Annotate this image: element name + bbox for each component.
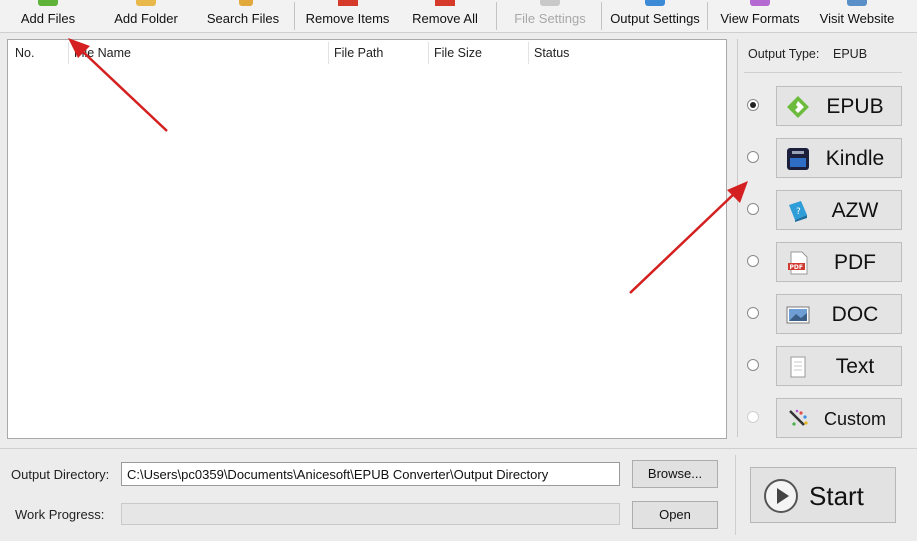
format-button-azw[interactable]: ? AZW [776,190,902,230]
bottom-separator [0,448,917,449]
column-header-status[interactable]: Status [534,46,569,60]
remove-all-button[interactable]: Remove All [404,0,486,32]
toolbar-separator [707,2,708,30]
file-settings-button[interactable]: File Settings [505,0,595,32]
view-formats-button[interactable]: View Formats [714,0,806,32]
output-settings-button[interactable]: Output Settings [606,0,704,32]
format-button-pdf[interactable]: PDF PDF [776,242,902,282]
radio-text[interactable] [747,359,759,371]
play-icon [764,479,798,513]
toolbar-separator [294,2,295,30]
start-separator [735,455,736,535]
visit-website-button[interactable]: Visit Website [812,0,902,32]
format-button-doc[interactable]: DOC [776,294,902,334]
column-separator [528,42,529,64]
text-icon [790,356,806,378]
column-separator [328,42,329,64]
remove-items-icon [337,0,358,6]
radio-kindle[interactable] [747,151,759,163]
column-header-file-path[interactable]: File Path [334,46,383,60]
visit-website-icon [847,0,867,6]
remove-all-icon [435,0,455,6]
work-progress-label: Work Progress: [15,507,105,522]
radio-epub[interactable] [747,99,759,111]
format-button-custom[interactable]: Custom [776,398,902,438]
output-directory-input[interactable] [121,462,620,486]
kindle-icon [787,148,809,170]
svg-text:PDF: PDF [790,264,803,271]
open-button[interactable]: Open [632,501,718,529]
add-folder-button[interactable]: Add Folder [104,0,188,32]
start-button[interactable]: Start [750,467,896,523]
radio-pdf[interactable] [747,255,759,267]
column-header-file-name[interactable]: File Name [74,46,131,60]
browse-button[interactable]: Browse... [632,460,718,488]
work-progress-bar [121,503,620,525]
output-directory-label: Output Directory: [11,467,110,482]
doc-icon [786,306,810,324]
add-files-button[interactable]: Add Files [8,0,88,32]
toolbar-separator [601,2,602,30]
file-list-table[interactable]: No. File Name File Path File Size Status [7,39,727,439]
column-header-file-size[interactable]: File Size [434,46,482,60]
file-list-header: No. File Name File Path File Size Status [8,40,726,66]
panel-divider [737,39,738,437]
file-settings-icon [540,0,560,6]
toolbar: Add Files Add Folder Search Files Remove… [0,0,917,33]
output-settings-icon [645,0,665,6]
column-separator [68,42,69,64]
output-type-separator [744,72,902,73]
search-files-icon [239,0,253,6]
format-button-text[interactable]: Text [776,346,902,386]
toolbar-separator [496,2,497,30]
radio-doc[interactable] [747,307,759,319]
pdf-icon: PDF [788,251,808,275]
format-button-epub[interactable]: EPUB [776,86,902,126]
search-files-button[interactable]: Search Files [200,0,286,32]
column-header-no[interactable]: No. [15,46,34,60]
output-type-value: EPUB [833,47,868,61]
radio-custom[interactable] [747,411,759,423]
format-button-kindle[interactable]: Kindle [776,138,902,178]
epub-icon [787,96,809,118]
output-type-label: Output Type: [748,47,820,61]
svg-text:?: ? [796,207,801,217]
radio-azw[interactable] [747,203,759,215]
custom-icon [789,409,808,426]
add-files-icon [38,0,58,6]
column-separator [428,42,429,64]
remove-items-button[interactable]: Remove Items [300,0,395,32]
add-folder-icon [136,0,156,6]
azw-icon: ? [789,201,807,222]
view-formats-icon [750,0,770,6]
